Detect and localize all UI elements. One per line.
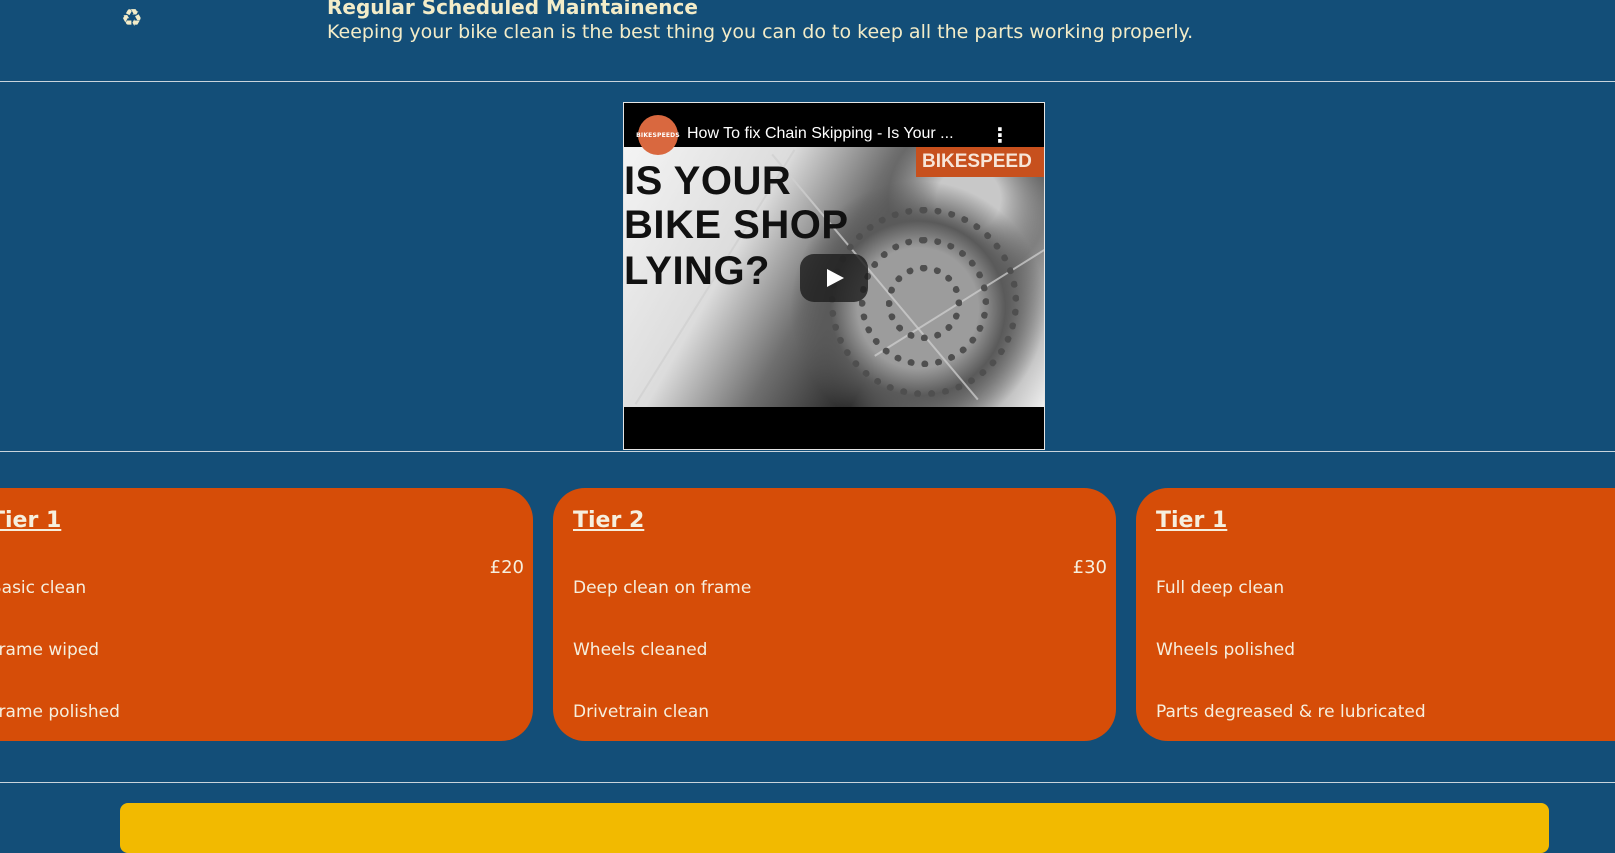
tier-card-3: Tier 1 Full deep clean Wheels polished P… — [1136, 488, 1615, 741]
maintenance-title: Regular Scheduled Maintainence — [327, 0, 698, 19]
tier-card-2: Tier 2 £30 Deep clean on frame Wheels cl… — [553, 488, 1116, 741]
tier-card-1: Tier 1 £20 Basic clean Frame wiped Frame… — [0, 488, 533, 741]
recycle-icon: ♻ — [121, 4, 143, 32]
tier-item: Parts degreased & re lubricated — [1156, 702, 1426, 722]
section-divider — [0, 782, 1615, 783]
maintenance-section: ♻ Regular Scheduled Maintainence Keeping… — [0, 0, 1615, 82]
tier-item: Frame polished — [0, 702, 120, 722]
more-options-icon[interactable]: ⋮ — [990, 123, 1010, 147]
maintenance-description: Keeping your bike clean is the best thin… — [327, 21, 1194, 43]
thumbnail-brand-tag: BIKESPEED — [916, 147, 1044, 177]
video-title[interactable]: How To fix Chain Skipping - Is Your ... — [687, 125, 954, 143]
tier-title: Tier 1 — [1156, 508, 1228, 533]
play-button[interactable] — [800, 254, 868, 302]
tier-item: Drivetrain clean — [573, 702, 710, 722]
cta-label — [120, 803, 1549, 817]
thumbnail-line-3: LYING? — [624, 249, 770, 293]
cta-bar[interactable] — [120, 803, 1549, 853]
thumbnail-gear — [886, 265, 962, 341]
channel-logo[interactable]: BIKESPEEDS — [636, 115, 680, 155]
tier-title: Tier 1 — [0, 508, 62, 533]
tier-price: £20 — [489, 557, 524, 578]
tier-price: £30 — [1072, 557, 1107, 578]
thumbnail-line-2: BIKE SHOP — [624, 203, 849, 247]
video-bottom-bar — [624, 407, 1044, 449]
tier-item: Basic clean — [0, 578, 87, 598]
tier-item: Wheels polished — [1156, 640, 1296, 660]
tier-title: Tier 2 — [573, 508, 645, 533]
tier-item: Deep clean on frame — [573, 578, 752, 598]
video-embed[interactable]: IS YOUR BIKE SHOP LYING? BIKESPEED BIKES… — [623, 102, 1045, 450]
tier-item: Full deep clean — [1156, 578, 1285, 598]
tier-item: Frame wiped — [0, 640, 100, 660]
thumbnail-line-1: IS YOUR — [624, 159, 792, 203]
tier-item: Wheels cleaned — [573, 640, 708, 660]
section-divider — [0, 451, 1615, 452]
